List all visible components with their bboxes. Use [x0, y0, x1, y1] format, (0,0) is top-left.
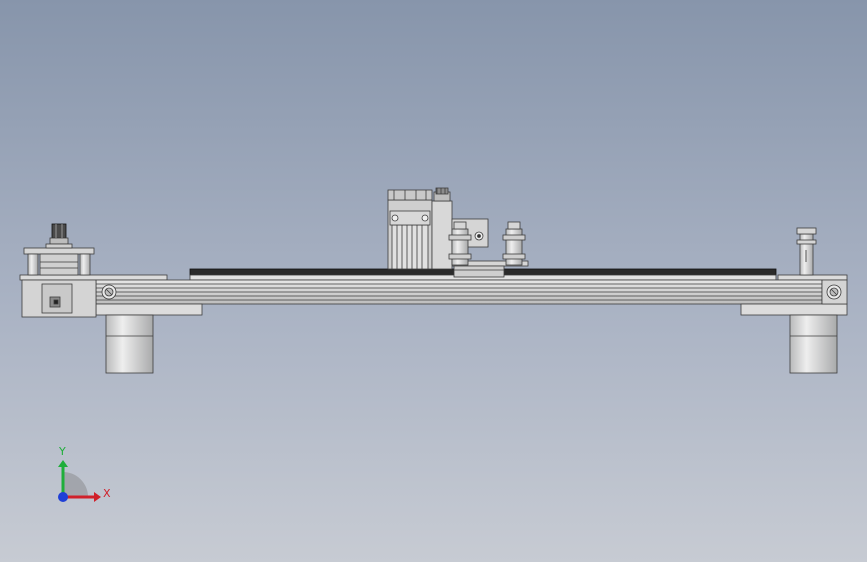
idler-roller-2 [505, 228, 523, 266]
left-bottom-plate [95, 303, 203, 316]
z-axis-dot [58, 492, 68, 502]
right-bottom-plate [740, 303, 848, 316]
cad-viewport[interactable]: X Y [0, 0, 867, 562]
triad-quadrant [63, 472, 88, 497]
drive-pulley [51, 223, 67, 239]
cad-model [19, 187, 848, 374]
right-top-flange [777, 274, 848, 281]
idler-roller-1 [451, 228, 469, 266]
left-motor-plate [23, 247, 95, 255]
right-support-cylinder [789, 314, 838, 374]
y-axis-label: Y [58, 445, 66, 458]
x-axis-label: X [103, 487, 111, 500]
left-support-cylinder [105, 314, 154, 374]
orientation-triad: X Y [58, 445, 111, 502]
left-top-flange [19, 274, 168, 281]
